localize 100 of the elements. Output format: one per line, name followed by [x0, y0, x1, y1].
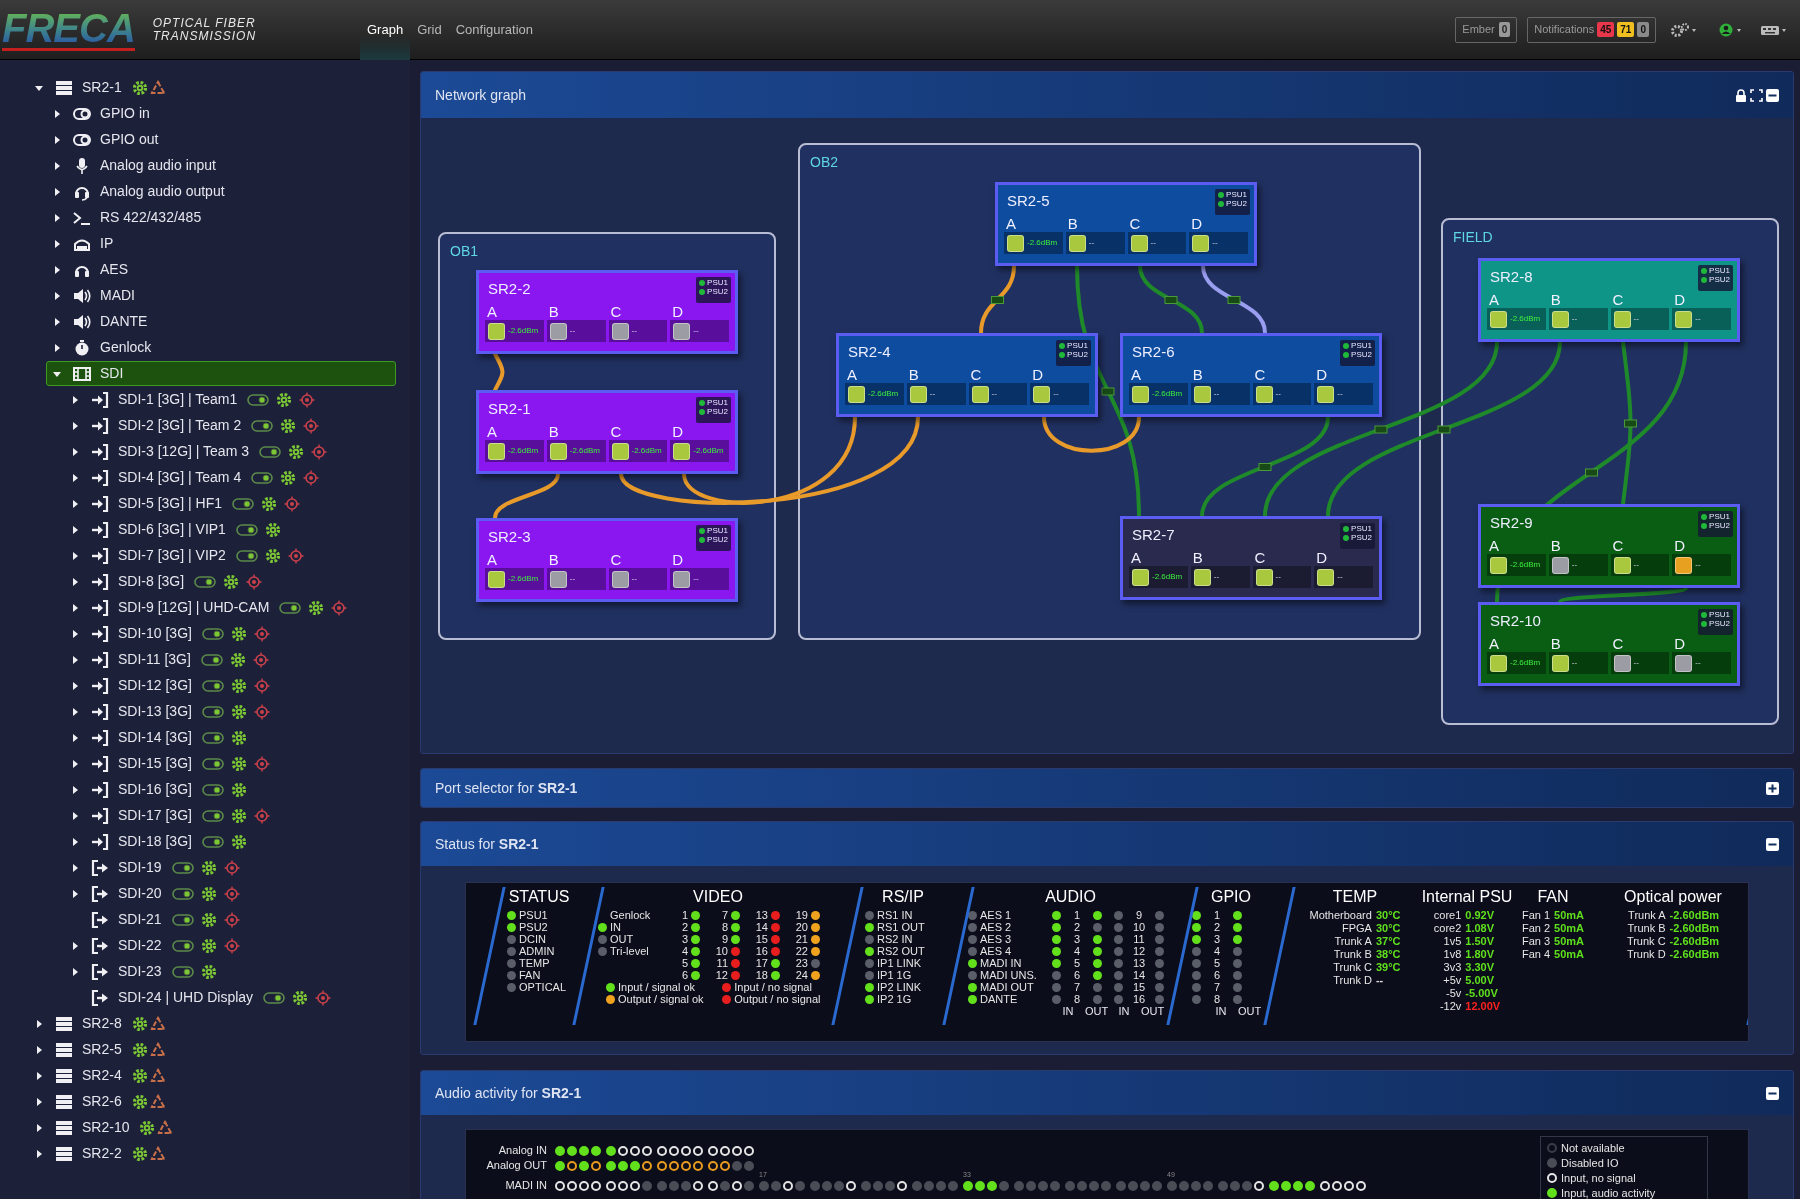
tree-item[interactable]: SR2-2 [28, 1141, 396, 1166]
port-slot[interactable]: -- [1314, 383, 1373, 405]
tree-item[interactable]: Genlock [46, 335, 396, 360]
port-slot[interactable]: -- [1672, 652, 1731, 674]
toggle-icon[interactable] [235, 548, 258, 563]
port-slot[interactable]: -2.6dBm [670, 440, 729, 462]
port-slot[interactable]: -- [670, 320, 729, 342]
recycle-icon[interactable] [149, 1093, 166, 1110]
toggle-icon[interactable] [247, 392, 270, 407]
port-slot[interactable]: -2.6dBm [1129, 566, 1188, 588]
tree-item[interactable]: SDI-18 [3G] [64, 829, 396, 854]
gear-icon[interactable] [200, 859, 217, 876]
target-icon[interactable] [253, 807, 270, 824]
port-slot[interactable]: -2.6dBm [485, 320, 544, 342]
toggle-icon[interactable] [171, 964, 194, 979]
target-icon[interactable] [223, 885, 240, 902]
port-slot[interactable]: -- [1672, 308, 1731, 330]
toggle-icon[interactable] [171, 860, 194, 875]
caret-icon[interactable] [70, 628, 80, 639]
tree-item[interactable]: SDI-3 [12G] | Team 3 [64, 439, 396, 464]
tree-item[interactable]: SDI-12 [3G] [64, 673, 396, 698]
device-node[interactable]: SR2-8 PSU1 PSU2 A B C D -2.6dBm -- -- -- [1478, 258, 1740, 342]
port-slot[interactable]: -- [1610, 652, 1670, 674]
tree-item[interactable]: Analog audio output [46, 179, 396, 204]
caret-icon[interactable] [34, 1044, 44, 1055]
recycle-icon[interactable] [149, 1015, 166, 1032]
target-icon[interactable] [223, 859, 240, 876]
toggle-icon[interactable] [263, 990, 286, 1005]
caret-icon[interactable] [70, 602, 80, 613]
device-node[interactable]: SR2-3 PSU1 PSU2 A B C D -2.6dBm -- -- -- [476, 518, 738, 602]
device-node[interactable]: SR2-2 PSU1 PSU2 A B C D -2.6dBm -- -- -- [476, 270, 738, 354]
caret-icon[interactable] [70, 472, 80, 483]
device-node[interactable]: SR2-6 PSU1 PSU2 A B C D -2.6dBm -- -- -- [1120, 333, 1382, 417]
target-icon[interactable] [223, 911, 240, 928]
caret-icon[interactable] [52, 160, 62, 171]
target-icon[interactable] [315, 989, 332, 1006]
device-node[interactable]: SR2-10 PSU1 PSU2 A B C D -2.6dBm -- -- -- [1478, 602, 1740, 686]
gear-icon[interactable] [230, 807, 247, 824]
port-slot[interactable]: -- [1252, 383, 1312, 405]
caret-icon[interactable] [70, 420, 80, 431]
tree-item[interactable]: SR2-10 [28, 1115, 396, 1140]
toggle-icon[interactable] [201, 834, 224, 849]
collapse-button[interactable] [1766, 1086, 1779, 1100]
ember-button[interactable]: Ember 0 [1455, 16, 1518, 43]
port-slot[interactable]: -- [1065, 232, 1125, 254]
gear-icon[interactable] [131, 1093, 148, 1110]
tree-item[interactable]: MADI [46, 283, 396, 308]
caret-icon[interactable] [70, 810, 80, 821]
toggle-icon[interactable] [251, 418, 274, 433]
target-icon[interactable] [284, 495, 300, 512]
caret-icon[interactable] [70, 758, 80, 769]
target-icon[interactable] [303, 469, 320, 486]
port-slot[interactable]: -2.6dBm [1129, 383, 1188, 405]
target-icon[interactable] [299, 391, 316, 408]
tree-item[interactable]: SDI-13 [3G] [64, 699, 396, 724]
tree-item[interactable]: AES [46, 257, 396, 282]
port-slot[interactable]: -- [1190, 383, 1250, 405]
caret-icon[interactable] [34, 1070, 44, 1081]
caret-icon[interactable] [34, 1096, 44, 1107]
port-slot[interactable]: -- [1190, 566, 1250, 588]
caret-icon[interactable] [70, 524, 80, 535]
device-node[interactable]: SR2-1 PSU1 PSU2 A B C D -2.6dBm -2.6dBm -2.6dBm -2.6dBm [476, 390, 738, 474]
target-icon[interactable] [253, 755, 270, 772]
gear-icon[interactable] [230, 833, 247, 850]
recycle-icon[interactable] [149, 79, 166, 96]
target-icon[interactable] [253, 703, 270, 720]
toggle-icon[interactable] [279, 600, 302, 615]
tree-item[interactable]: SDI-10 [3G] [64, 621, 396, 646]
gear-icon[interactable] [230, 781, 247, 798]
toggle-icon[interactable] [259, 444, 281, 459]
caret-icon[interactable] [52, 134, 62, 145]
toggle-icon[interactable] [201, 626, 224, 641]
gear-icon[interactable] [280, 417, 297, 434]
port-slot[interactable]: -- [1672, 554, 1731, 576]
tree-item[interactable]: SDI-21 [64, 907, 396, 932]
toggle-icon[interactable] [201, 678, 224, 693]
port-slot[interactable]: -2.6dBm [1487, 308, 1546, 330]
tree-item[interactable]: SDI-23 [64, 959, 396, 984]
tree-item[interactable]: SDI-5 [3G] | HF1 [64, 491, 396, 516]
caret-icon[interactable] [52, 212, 62, 223]
toggle-icon[interactable] [232, 496, 254, 511]
port-slot[interactable]: -- [1127, 232, 1187, 254]
tree-item[interactable]: DANTE [46, 309, 396, 334]
target-icon[interactable] [246, 573, 263, 590]
caret-icon[interactable] [34, 1148, 44, 1159]
toggle-icon[interactable] [201, 704, 224, 719]
collapse-button[interactable] [1766, 837, 1779, 851]
tree-item[interactable]: SDI-6 [3G] | VIP1 [64, 517, 396, 542]
tree-item[interactable]: SDI-19 [64, 855, 396, 880]
gear-icon[interactable] [230, 677, 247, 694]
toggle-icon[interactable] [235, 522, 258, 537]
caret-icon[interactable] [70, 888, 80, 899]
gear-icon[interactable] [276, 391, 293, 408]
recycle-icon[interactable] [157, 1119, 174, 1136]
gear-icon[interactable] [230, 703, 247, 720]
gear-icon[interactable] [288, 443, 304, 460]
gear-icon[interactable] [223, 573, 240, 590]
caret-icon[interactable] [70, 446, 80, 457]
tree-item[interactable]: GPIO out [46, 127, 396, 152]
gear-icon[interactable] [200, 937, 217, 954]
